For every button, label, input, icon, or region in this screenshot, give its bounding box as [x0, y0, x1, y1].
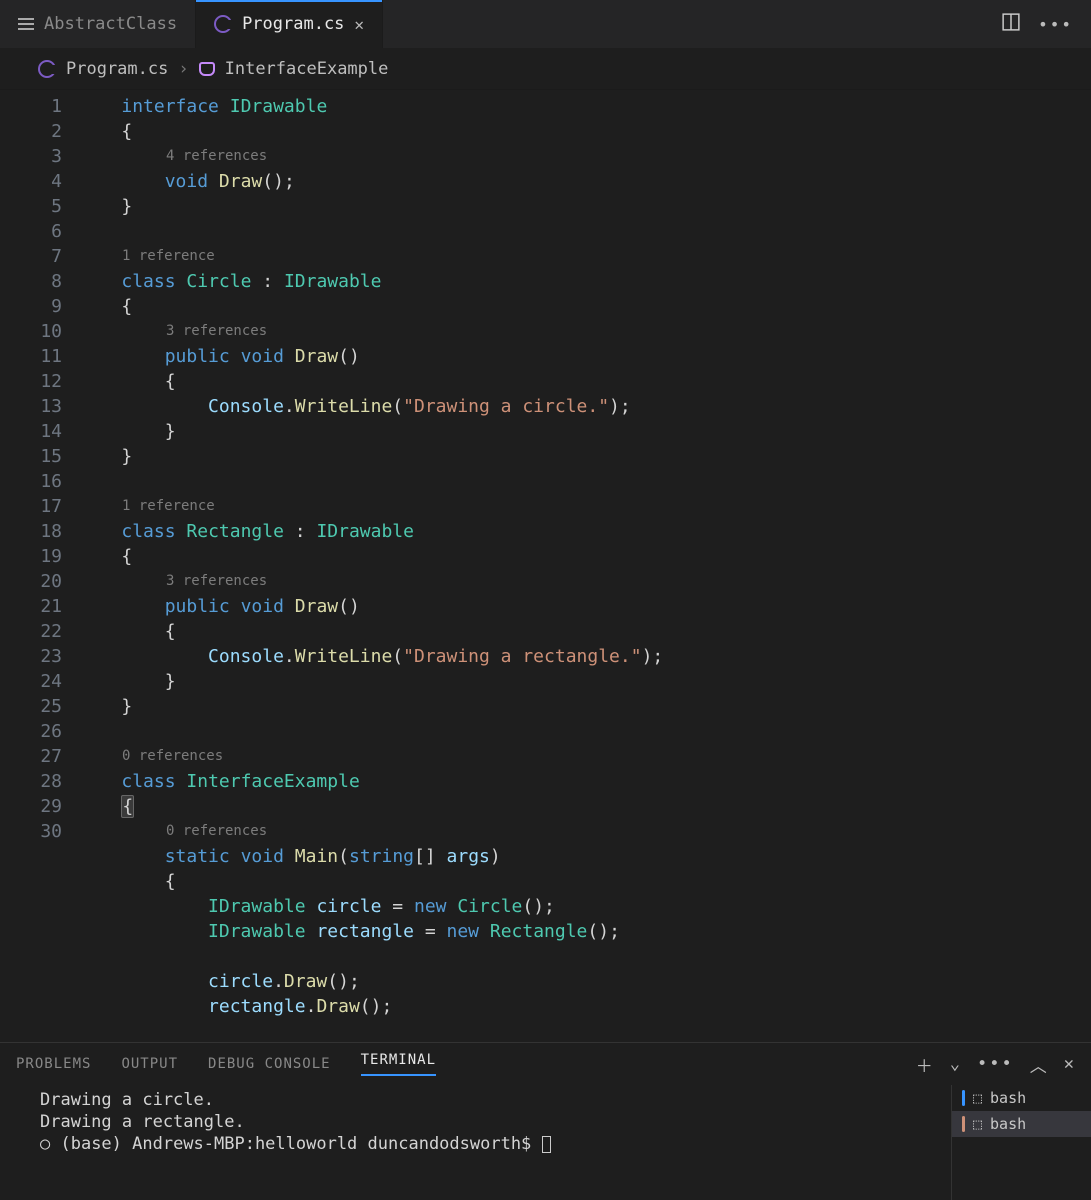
- chevron-down-icon[interactable]: ⌄: [950, 1054, 961, 1074]
- close-icon[interactable]: ✕: [354, 15, 364, 34]
- codelens[interactable]: 1 reference: [78, 244, 941, 269]
- panel-tab-problems[interactable]: PROBLEMS: [16, 1056, 91, 1072]
- shell-icon: ⬚: [973, 1089, 982, 1107]
- tab-abstract-class[interactable]: AbstractClass: [0, 0, 196, 48]
- split-editor-icon[interactable]: [1002, 13, 1020, 35]
- shell-icon: ⬚: [973, 1115, 982, 1133]
- editor-tab-bar: AbstractClass Program.cs ✕ •••: [0, 0, 1091, 48]
- panel-tab-bar: PROBLEMS OUTPUT DEBUG CONSOLE TERMINAL ＋…: [0, 1043, 1091, 1085]
- panel-tab-debug-console[interactable]: DEBUG CONSOLE: [208, 1056, 331, 1072]
- terminal-list-item[interactable]: ⬚ bash: [952, 1111, 1091, 1137]
- more-icon[interactable]: •••: [1038, 15, 1073, 34]
- terminal-output[interactable]: Drawing a circle. Drawing a rectangle. ○…: [0, 1085, 951, 1200]
- close-icon[interactable]: ✕: [1064, 1054, 1075, 1074]
- terminal-list-item[interactable]: ⬚ bash: [952, 1085, 1091, 1111]
- more-icon[interactable]: •••: [977, 1054, 1014, 1074]
- tab-actions: •••: [984, 0, 1091, 48]
- breadcrumb-file[interactable]: Program.cs: [66, 59, 168, 79]
- terminal-line: Drawing a circle.: [40, 1089, 931, 1111]
- tab-program-cs[interactable]: Program.cs ✕: [196, 0, 383, 48]
- codelens[interactable]: 3 references: [78, 319, 941, 344]
- tab-label: AbstractClass: [44, 14, 177, 34]
- terminal-indicator-icon: [962, 1116, 965, 1132]
- codelens[interactable]: 0 references: [78, 744, 941, 769]
- codelens[interactable]: 0 references: [78, 819, 941, 844]
- minimap[interactable]: [953, 94, 1083, 234]
- code-editor[interactable]: 1234567891011121314151617181920212223242…: [0, 90, 1091, 1042]
- terminal-line: Drawing a rectangle.: [40, 1111, 931, 1133]
- breadcrumb-symbol[interactable]: InterfaceExample: [225, 59, 389, 79]
- terminal-prompt: ○ (base) Andrews-MBP:helloworld duncando…: [40, 1133, 931, 1155]
- csharp-file-icon: [214, 15, 232, 33]
- bottom-panel: PROBLEMS OUTPUT DEBUG CONSOLE TERMINAL ＋…: [0, 1042, 1091, 1200]
- new-terminal-icon[interactable]: ＋: [916, 1052, 934, 1077]
- panel-tab-terminal[interactable]: TERMINAL: [361, 1052, 436, 1076]
- chevron-up-icon[interactable]: ︿: [1030, 1052, 1048, 1077]
- line-number-gutter: 1234567891011121314151617181920212223242…: [0, 90, 78, 1042]
- interface-icon: [199, 62, 215, 76]
- tab-label: Program.cs: [242, 14, 344, 34]
- codelens[interactable]: 1 reference: [78, 494, 941, 519]
- csharp-file-icon: [38, 60, 56, 78]
- breadcrumb[interactable]: Program.cs › InterfaceExample: [0, 48, 1091, 90]
- codelens[interactable]: 3 references: [78, 569, 941, 594]
- list-icon: [18, 18, 34, 30]
- panel-tab-output[interactable]: OUTPUT: [121, 1056, 178, 1072]
- chevron-right-icon: ›: [178, 59, 188, 79]
- terminal-indicator-icon: [962, 1090, 965, 1106]
- terminal-side-list: ⬚ bash ⬚ bash: [951, 1085, 1091, 1200]
- codelens[interactable]: 4 references: [78, 144, 941, 169]
- code-content[interactable]: interface IDrawable { 4 references void …: [78, 90, 1091, 1042]
